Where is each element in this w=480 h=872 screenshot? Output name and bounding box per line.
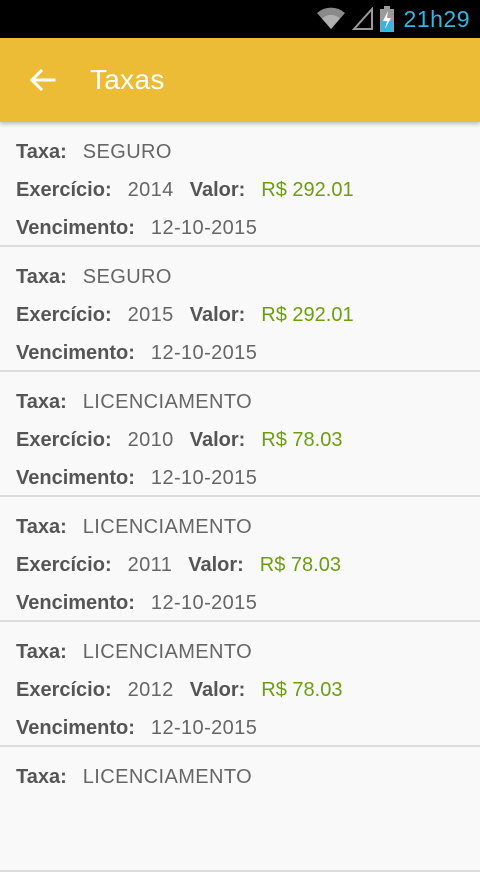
vencimento-value: 12-10-2015 bbox=[150, 717, 258, 739]
list-item[interactable]: Taxa: LICENCIAMENTO bbox=[0, 747, 480, 872]
vencimento-value: 12-10-2015 bbox=[150, 592, 258, 614]
taxa-value: SEGURO bbox=[82, 141, 172, 163]
wifi-icon bbox=[316, 7, 345, 29]
taxa-label: Taxa: bbox=[16, 766, 67, 788]
app-bar: Taxas bbox=[0, 38, 480, 122]
exercicio-value: 2012 bbox=[127, 679, 174, 701]
tax-list[interactable]: Taxa: SEGURO Exercício: 2014 Valor: R$ 2… bbox=[0, 122, 480, 872]
battery-charging-icon bbox=[379, 6, 394, 32]
signal-icon bbox=[351, 7, 373, 30]
taxa-label: Taxa: bbox=[16, 516, 67, 538]
exercicio-label: Exercício: bbox=[16, 429, 112, 451]
valor-value: R$ 78.03 bbox=[261, 679, 343, 701]
taxa-label: Taxa: bbox=[16, 391, 67, 413]
exercicio-label: Exercício: bbox=[16, 554, 112, 576]
exercicio-value: 2015 bbox=[127, 304, 174, 326]
taxa-value: SEGURO bbox=[82, 266, 172, 288]
list-item[interactable]: Taxa: SEGURO Exercício: 2015 Valor: R$ 2… bbox=[0, 247, 480, 372]
vencimento-label: Vencimento: bbox=[16, 467, 135, 489]
status-time: 21h29 bbox=[403, 5, 470, 32]
exercicio-label: Exercício: bbox=[16, 179, 112, 201]
exercicio-value: 2010 bbox=[127, 429, 174, 451]
vencimento-value: 12-10-2015 bbox=[150, 342, 258, 364]
taxa-label: Taxa: bbox=[16, 641, 67, 663]
vencimento-label: Vencimento: bbox=[16, 592, 135, 614]
valor-label: Valor: bbox=[189, 304, 246, 326]
arrow-left-icon bbox=[29, 68, 56, 92]
valor-label: Valor: bbox=[189, 179, 246, 201]
list-item[interactable]: Taxa: SEGURO Exercício: 2014 Valor: R$ 2… bbox=[0, 122, 480, 247]
valor-value: R$ 292.01 bbox=[261, 304, 354, 326]
valor-label: Valor: bbox=[189, 429, 246, 451]
taxa-label: Taxa: bbox=[16, 266, 67, 288]
valor-label: Valor: bbox=[189, 679, 246, 701]
back-button[interactable] bbox=[26, 64, 58, 96]
vencimento-label: Vencimento: bbox=[16, 342, 135, 364]
list-item[interactable]: Taxa: LICENCIAMENTO Exercício: 2011 Valo… bbox=[0, 497, 480, 622]
vencimento-value: 12-10-2015 bbox=[150, 467, 258, 489]
taxa-value: LICENCIAMENTO bbox=[82, 641, 253, 663]
vencimento-value: 12-10-2015 bbox=[150, 217, 258, 239]
exercicio-label: Exercício: bbox=[16, 679, 112, 701]
taxa-label: Taxa: bbox=[16, 141, 67, 163]
taxa-value: LICENCIAMENTO bbox=[82, 516, 253, 538]
status-bar: 21h29 bbox=[0, 0, 480, 38]
vencimento-label: Vencimento: bbox=[16, 717, 135, 739]
exercicio-value: 2011 bbox=[127, 554, 173, 576]
valor-value: R$ 78.03 bbox=[259, 554, 341, 576]
valor-value: R$ 292.01 bbox=[261, 179, 354, 201]
valor-value: R$ 78.03 bbox=[261, 429, 343, 451]
vencimento-label: Vencimento: bbox=[16, 217, 135, 239]
exercicio-label: Exercício: bbox=[16, 304, 112, 326]
taxa-value: LICENCIAMENTO bbox=[82, 766, 253, 788]
taxa-value: LICENCIAMENTO bbox=[82, 391, 253, 413]
list-item[interactable]: Taxa: LICENCIAMENTO Exercício: 2010 Valo… bbox=[0, 372, 480, 497]
page-title: Taxas bbox=[90, 64, 165, 95]
list-item[interactable]: Taxa: LICENCIAMENTO Exercício: 2012 Valo… bbox=[0, 622, 480, 747]
valor-label: Valor: bbox=[188, 554, 244, 576]
exercicio-value: 2014 bbox=[127, 179, 174, 201]
